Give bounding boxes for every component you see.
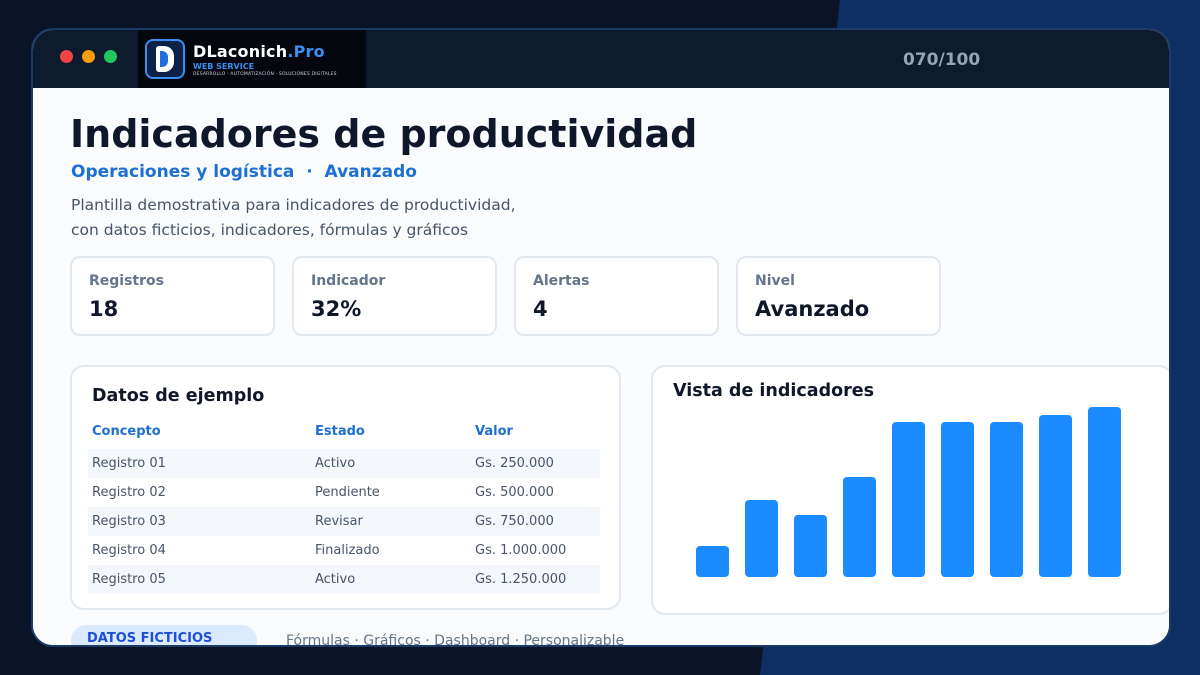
table-cell: Registro 05 (92, 572, 166, 587)
chart-panel: Vista de indicadores (651, 365, 1169, 615)
kpi-label: Indicador (311, 273, 386, 289)
kpi-label: Registros (89, 273, 164, 289)
close-window-button[interactable] (60, 50, 73, 63)
data-table-panel: Datos de ejemplo Concepto Estado Valor R… (70, 365, 621, 610)
kpi-card-nivel: Nivel Avanzado (736, 256, 941, 336)
table-cell: Gs. 1.250.000 (475, 572, 567, 587)
chart-bar (843, 477, 876, 577)
chart-bar (696, 546, 729, 577)
chart-bar (941, 422, 974, 577)
table-cell: Activo (315, 456, 356, 471)
minimize-window-button[interactable] (82, 50, 95, 63)
table-cell: Gs. 500.000 (475, 485, 554, 500)
title-bar: DLaconich.Pro WEB SERVICE DESARROLLO · A… (33, 30, 1169, 88)
table-row: Registro 01 Activo Gs. 250.000 (88, 449, 600, 478)
kpi-card-registros: Registros 18 (70, 256, 275, 336)
brand-sub: WEB SERVICE (193, 61, 255, 71)
kpi-label: Nivel (755, 273, 795, 289)
chart-bar (1039, 415, 1072, 577)
column-header-concepto: Concepto (92, 424, 161, 439)
table-cell: Registro 04 (92, 543, 166, 558)
brand-name: DLaconich.Pro (193, 41, 325, 61)
table-cell: Finalizado (315, 543, 380, 558)
page-description: Plantilla demostrativa para indicadores … (71, 196, 516, 239)
page-subtitle: Operaciones y logística · Avanzado (71, 162, 417, 182)
table-row: Registro 04 Finalizado Gs. 1.000.000 (88, 536, 600, 565)
chart-title: Vista de indicadores (673, 381, 875, 401)
slide-counter: 070/100 (903, 50, 981, 70)
kpi-label: Alertas (533, 273, 590, 289)
logo-icon (145, 39, 185, 79)
kpi-card-indicador: Indicador 32% (292, 256, 497, 336)
table-cell: Registro 02 (92, 485, 166, 500)
table-cell: Gs. 750.000 (475, 514, 554, 529)
table-row: Registro 02 Pendiente Gs. 500.000 (88, 478, 600, 507)
brand-logo: DLaconich.Pro WEB SERVICE DESARROLLO · A… (138, 30, 366, 88)
app-window: DLaconich.Pro WEB SERVICE DESARROLLO · A… (31, 28, 1171, 647)
table-cell: Registro 01 (92, 456, 166, 471)
table-cell: Activo (315, 572, 356, 587)
maximize-window-button[interactable] (104, 50, 117, 63)
table-row: Registro 05 Activo Gs. 1.250.000 (88, 565, 600, 594)
brand-tagline: DESARROLLO · AUTOMATIZACIÓN · SOLUCIONES… (193, 71, 337, 77)
chart-bar (990, 422, 1023, 577)
main-content: Indicadores de productividad Operaciones… (33, 88, 1169, 647)
page-title: Indicadores de productividad (70, 112, 698, 156)
chart-bar (892, 422, 925, 577)
table-cell: Registro 03 (92, 514, 166, 529)
table-cell: Gs. 1.000.000 (475, 543, 567, 558)
kpi-value: 18 (89, 297, 119, 321)
table-row: Registro 03 Revisar Gs. 750.000 (88, 507, 600, 536)
column-header-valor: Valor (475, 424, 513, 439)
status-badge: DATOS FICTICIOS (71, 625, 257, 645)
kpi-card-alertas: Alertas 4 (514, 256, 719, 336)
kpi-value: 32% (311, 297, 362, 321)
footer-text: Fórmulas · Gráficos · Dashboard · Person… (286, 633, 625, 647)
kpi-value: 4 (533, 297, 548, 321)
table-cell: Gs. 250.000 (475, 456, 554, 471)
chart-bar (745, 500, 778, 577)
table-title: Datos de ejemplo (92, 386, 265, 406)
table-cell: Pendiente (315, 485, 380, 500)
chart-bar (1088, 407, 1121, 577)
chart-bar (794, 515, 827, 577)
column-header-estado: Estado (315, 424, 365, 439)
kpi-value: Avanzado (755, 297, 870, 321)
table-cell: Revisar (315, 514, 363, 529)
